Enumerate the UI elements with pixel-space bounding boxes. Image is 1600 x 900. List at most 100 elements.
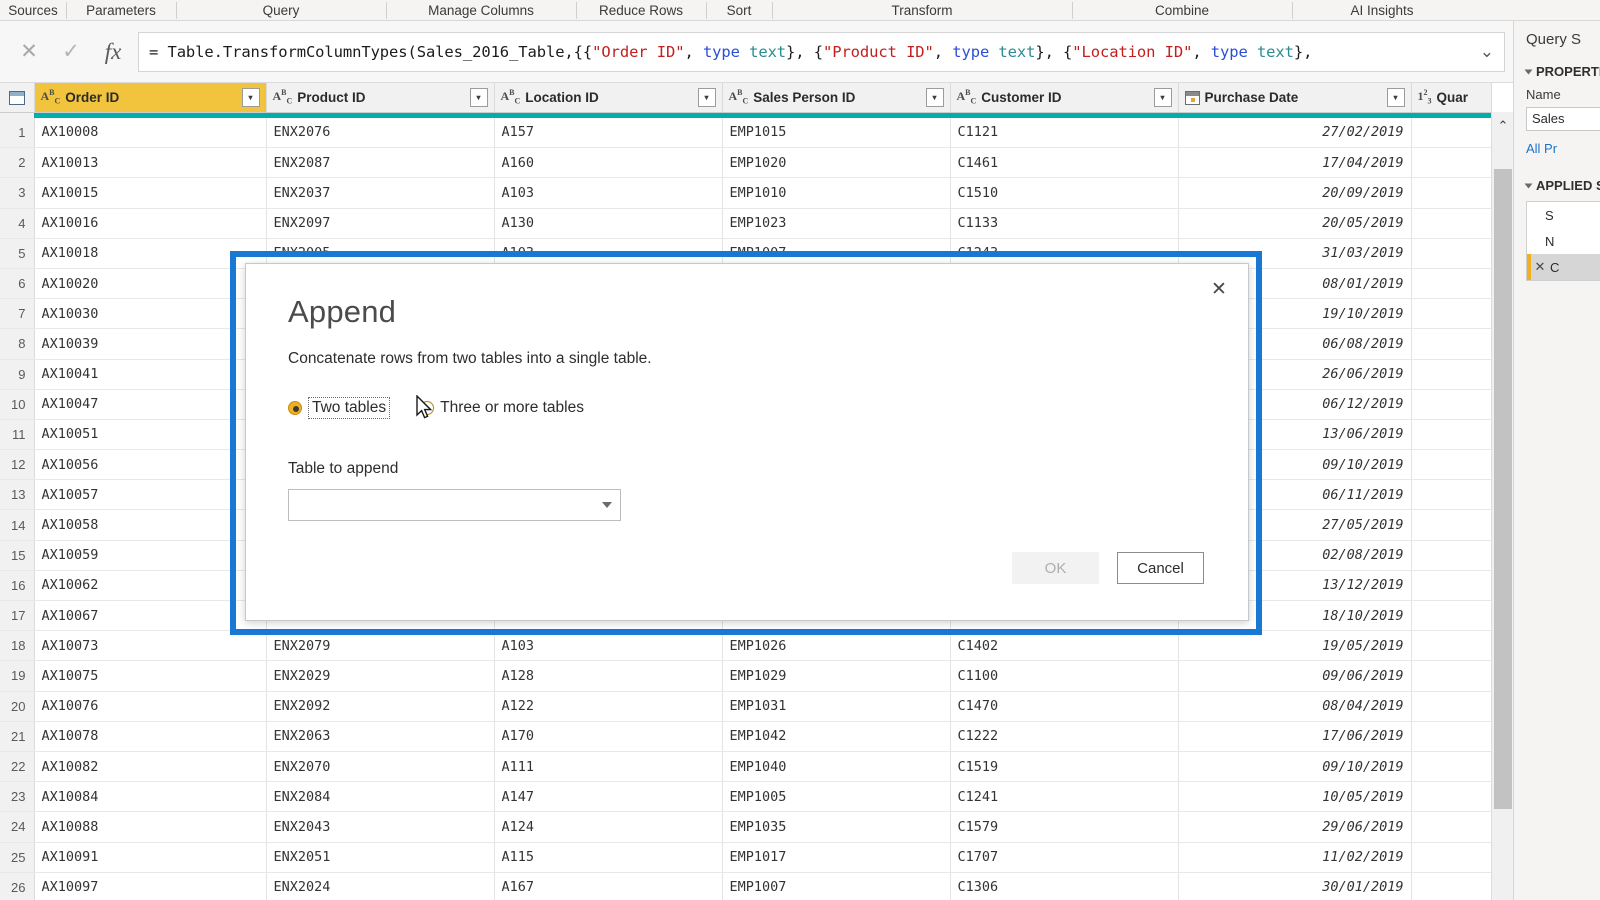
cell-product-id[interactable]: ENX2079 xyxy=(266,630,495,662)
cell-order-id[interactable]: AX10030 xyxy=(34,298,267,330)
cell-quar[interactable] xyxy=(1411,600,1492,632)
cell-quar[interactable] xyxy=(1411,751,1492,783)
cell-product-id[interactable]: ENX2087 xyxy=(266,147,495,179)
cell-product-id[interactable]: ENX2024 xyxy=(266,872,495,900)
ribbon-group-transform[interactable]: Transform xyxy=(772,0,1072,20)
cell-customer-id[interactable]: C1121 xyxy=(950,117,1179,149)
cell-quar[interactable] xyxy=(1411,660,1492,692)
column-header-purchase-date[interactable]: Purchase Date ▾ xyxy=(1178,83,1412,113)
cell-quar[interactable] xyxy=(1411,570,1492,602)
cell-purchase-date[interactable]: 27/02/2019 xyxy=(1178,117,1412,149)
cell-customer-id[interactable]: C1461 xyxy=(950,147,1179,179)
cell-purchase-date[interactable]: 11/02/2019 xyxy=(1178,842,1412,873)
cell-order-id[interactable]: AX10091 xyxy=(34,842,267,873)
table-row[interactable]: 1 AX10008 ENX2076 A157 EMP1015 C1121 27/02/201… xyxy=(0,117,1492,149)
cell-customer-id[interactable]: C1519 xyxy=(950,751,1179,783)
cell-quar[interactable] xyxy=(1411,630,1492,662)
fx-icon[interactable]: fx xyxy=(92,32,134,72)
cell-product-id[interactable]: ENX2097 xyxy=(266,208,495,239)
column-filter-icon[interactable]: ▾ xyxy=(241,88,260,107)
cell-order-id[interactable]: AX10047 xyxy=(34,389,267,420)
cell-order-id[interactable]: AX10073 xyxy=(34,630,267,662)
cell-location-id[interactable]: A160 xyxy=(494,147,723,179)
cell-order-id[interactable]: AX10088 xyxy=(34,811,267,843)
cell-sales-person-id[interactable]: EMP1035 xyxy=(722,811,951,843)
scrollbar-thumb[interactable] xyxy=(1494,169,1512,809)
cell-quar[interactable] xyxy=(1411,147,1492,179)
table-row[interactable]: 4 AX10016 ENX2097 A130 EMP1023 C1133 20/05/201… xyxy=(0,208,1492,239)
table-row[interactable]: 25 AX10091 ENX2051 A115 EMP1017 C1707 11/02/20… xyxy=(0,842,1492,873)
column-header-quar[interactable]: 123 Quar xyxy=(1411,83,1492,113)
cell-order-id[interactable]: AX10016 xyxy=(34,208,267,239)
cell-location-id[interactable]: A157 xyxy=(494,117,723,149)
cell-sales-person-id[interactable]: EMP1015 xyxy=(722,117,951,149)
cell-order-id[interactable]: AX10067 xyxy=(34,600,267,632)
cell-customer-id[interactable]: C1707 xyxy=(950,842,1179,873)
cell-customer-id[interactable]: C1306 xyxy=(950,872,1179,900)
cell-purchase-date[interactable]: 17/06/2019 xyxy=(1178,721,1412,752)
cell-quar[interactable] xyxy=(1411,842,1492,873)
properties-section-header[interactable]: PROPERTIES xyxy=(1524,64,1600,79)
cell-purchase-date[interactable]: 09/06/2019 xyxy=(1178,660,1412,692)
cell-order-id[interactable]: AX10057 xyxy=(34,479,267,511)
applied-step-item[interactable]: S xyxy=(1527,202,1600,228)
cell-purchase-date[interactable]: 20/09/2019 xyxy=(1178,177,1412,209)
cell-order-id[interactable]: AX10051 xyxy=(34,419,267,451)
chevron-down-icon[interactable]: ⌄ xyxy=(1480,42,1494,62)
cell-quar[interactable] xyxy=(1411,479,1492,511)
cell-location-id[interactable]: A115 xyxy=(494,842,723,873)
cell-order-id[interactable]: AX10084 xyxy=(34,781,267,813)
radio-two-tables[interactable]: Two tables xyxy=(288,397,391,419)
table-row[interactable]: 26 AX10097 ENX2024 A167 EMP1007 C1306 30/01/20… xyxy=(0,872,1492,900)
cell-product-id[interactable]: ENX2084 xyxy=(266,781,495,813)
cell-quar[interactable] xyxy=(1411,781,1492,813)
cell-purchase-date[interactable]: 17/04/2019 xyxy=(1178,147,1412,179)
cell-customer-id[interactable]: C1579 xyxy=(950,811,1179,843)
ribbon-group-sources[interactable]: Sources xyxy=(0,0,66,20)
cell-customer-id[interactable]: C1241 xyxy=(950,781,1179,813)
cell-product-id[interactable]: ENX2092 xyxy=(266,691,495,722)
column-filter-icon[interactable]: ▾ xyxy=(1153,88,1172,107)
cell-customer-id[interactable]: C1470 xyxy=(950,691,1179,722)
all-properties-link[interactable]: All Pr xyxy=(1526,141,1600,156)
cell-customer-id[interactable]: C1100 xyxy=(950,660,1179,692)
table-to-append-select[interactable] xyxy=(288,489,621,521)
cell-order-id[interactable]: AX10058 xyxy=(34,509,267,541)
cell-product-id[interactable]: ENX2076 xyxy=(266,117,495,149)
cell-sales-person-id[interactable]: EMP1029 xyxy=(722,660,951,692)
cell-order-id[interactable]: AX10020 xyxy=(34,268,267,300)
column-filter-icon[interactable]: ▾ xyxy=(925,88,944,107)
cell-sales-person-id[interactable]: EMP1005 xyxy=(722,781,951,813)
table-row[interactable]: 18 AX10073 ENX2079 A103 EMP1026 C1402 19/05/20… xyxy=(0,630,1492,662)
ribbon-group-parameters[interactable]: Parameters xyxy=(66,0,176,20)
cell-location-id[interactable]: A124 xyxy=(494,811,723,843)
cell-quar[interactable] xyxy=(1411,359,1492,390)
cancel-button[interactable]: Cancel xyxy=(1117,552,1204,584)
cell-location-id[interactable]: A103 xyxy=(494,177,723,209)
table-row[interactable]: 2 AX10013 ENX2087 A160 EMP1020 C1461 17/04/201… xyxy=(0,147,1492,179)
column-filter-icon[interactable]: ▾ xyxy=(1386,88,1405,107)
cell-sales-person-id[interactable]: EMP1023 xyxy=(722,208,951,239)
column-header-order-id[interactable]: ABC Order ID ▾ xyxy=(34,83,267,113)
cell-quar[interactable] xyxy=(1411,389,1492,420)
cell-product-id[interactable]: ENX2043 xyxy=(266,811,495,843)
radio-three-or-more-tables[interactable]: Three or more tables xyxy=(420,399,584,417)
cell-quar[interactable] xyxy=(1411,238,1492,269)
table-row[interactable]: 24 AX10088 ENX2043 A124 EMP1035 C1579 29/06/20… xyxy=(0,811,1492,843)
cell-quar[interactable] xyxy=(1411,117,1492,149)
cell-quar[interactable] xyxy=(1411,208,1492,239)
cell-purchase-date[interactable]: 09/10/2019 xyxy=(1178,751,1412,783)
query-name-input[interactable]: Sales xyxy=(1526,107,1600,131)
cell-quar[interactable] xyxy=(1411,872,1492,900)
cell-product-id[interactable]: ENX2029 xyxy=(266,660,495,692)
table-row[interactable]: 3 AX10015 ENX2037 A103 EMP1010 C1510 20/09/201… xyxy=(0,177,1492,209)
table-row[interactable]: 19 AX10075 ENX2029 A128 EMP1029 C1100 09/06/20… xyxy=(0,660,1492,692)
column-header-location-id[interactable]: ABC Location ID ▾ xyxy=(494,83,723,113)
cell-quar[interactable] xyxy=(1411,419,1492,451)
delete-step-icon[interactable]: ✕ xyxy=(1533,259,1547,275)
cell-location-id[interactable]: A111 xyxy=(494,751,723,783)
cell-quar[interactable] xyxy=(1411,177,1492,209)
grid-vertical-scrollbar[interactable]: ⌃ xyxy=(1491,112,1514,900)
column-header-customer-id[interactable]: ABC Customer ID ▾ xyxy=(950,83,1179,113)
cell-purchase-date[interactable]: 19/05/2019 xyxy=(1178,630,1412,662)
